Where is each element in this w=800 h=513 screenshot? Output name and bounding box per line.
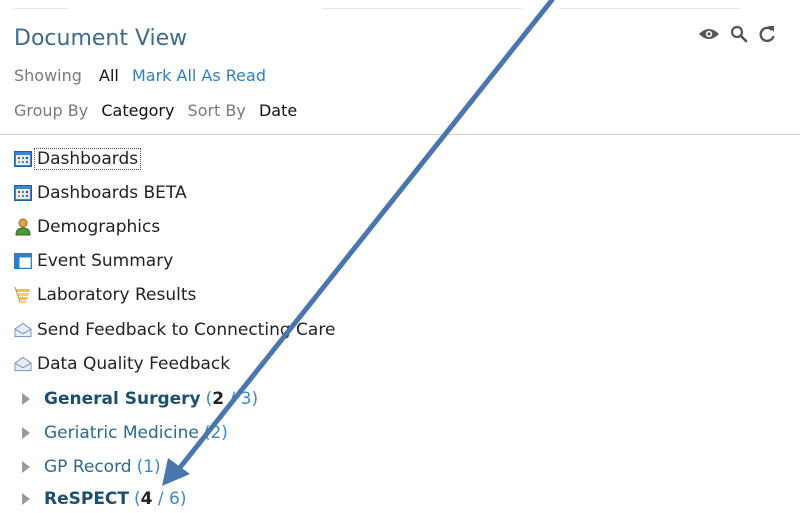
- group-label: ReSPECT: [44, 489, 130, 509]
- refresh-icon[interactable]: [758, 24, 776, 44]
- list-item-event-summary[interactable]: Event Summary: [14, 249, 173, 273]
- showing-label: Showing: [14, 66, 82, 85]
- list-item-demographics[interactable]: Demographics: [14, 215, 160, 239]
- group-count: (2): [203, 423, 228, 443]
- showing-value[interactable]: All: [99, 66, 119, 85]
- toolbar: [698, 24, 776, 44]
- mark-all-read-link[interactable]: Mark All As Read: [132, 66, 266, 85]
- group-gp-record[interactable]: GP Record (1): [22, 455, 161, 479]
- list-item-label: Send Feedback to Connecting Care: [37, 320, 336, 340]
- group-label: General Surgery: [44, 389, 201, 409]
- expand-triangle-icon[interactable]: [22, 393, 30, 405]
- tab-strip-line-1: [14, 8, 68, 9]
- expand-triangle-icon[interactable]: [22, 427, 30, 439]
- group-by-value[interactable]: Category: [101, 101, 174, 120]
- list-item-data-quality-feedback[interactable]: Data Quality Feedback: [14, 352, 230, 376]
- page-title: Document View: [14, 26, 188, 51]
- dashboard-icon: [14, 150, 32, 168]
- expand-triangle-icon[interactable]: [22, 493, 30, 505]
- list-item-label: Data Quality Feedback: [37, 354, 231, 374]
- unread-count: 2: [212, 389, 225, 409]
- list-item-label: Dashboards: [34, 148, 142, 170]
- expand-triangle-icon[interactable]: [22, 461, 30, 473]
- envelope-icon: [14, 321, 32, 339]
- group-sort-row: Group By Category Sort By Date: [14, 101, 297, 120]
- group-count: (2 / 3): [205, 389, 259, 409]
- list-item-dashboards[interactable]: Dashboards: [14, 147, 142, 171]
- list-item-laboratory-results[interactable]: Laboratory Results: [14, 283, 196, 307]
- header-divider: [0, 134, 800, 135]
- table-icon: [14, 252, 32, 270]
- eye-icon[interactable]: [698, 27, 720, 41]
- dashboard-icon: [14, 184, 32, 202]
- list-item-send-feedback[interactable]: Send Feedback to Connecting Care: [14, 318, 335, 342]
- group-general-surgery[interactable]: General Surgery (2 / 3): [22, 387, 258, 411]
- group-count: (4 / 6): [134, 489, 187, 509]
- list-item-dashboards-beta[interactable]: Dashboards BETA: [14, 181, 187, 205]
- group-count: (1): [136, 457, 161, 477]
- group-geriatric-medicine[interactable]: Geriatric Medicine (2): [22, 421, 228, 445]
- tab-strip-line-2: [322, 8, 522, 9]
- unread-count: 4: [140, 489, 153, 509]
- lab-results-icon: [14, 286, 32, 304]
- list-item-label: Dashboards BETA: [37, 183, 187, 203]
- group-by-label: Group By: [14, 101, 89, 120]
- tab-strip-line-3: [560, 8, 740, 9]
- showing-row: Showing All Mark All As Read: [14, 66, 266, 85]
- envelope-icon: [14, 355, 32, 373]
- list-item-label: Laboratory Results: [37, 285, 197, 305]
- group-label: GP Record: [44, 457, 132, 477]
- group-respect[interactable]: ReSPECT (4 / 6): [22, 487, 186, 511]
- list-item-label: Event Summary: [37, 251, 174, 271]
- list-item-label: Demographics: [37, 217, 161, 237]
- sort-by-value[interactable]: Date: [259, 101, 297, 120]
- sort-by-label: Sort By: [187, 101, 246, 120]
- search-icon[interactable]: [730, 25, 748, 43]
- person-icon: [14, 218, 32, 236]
- group-label: Geriatric Medicine: [44, 423, 199, 443]
